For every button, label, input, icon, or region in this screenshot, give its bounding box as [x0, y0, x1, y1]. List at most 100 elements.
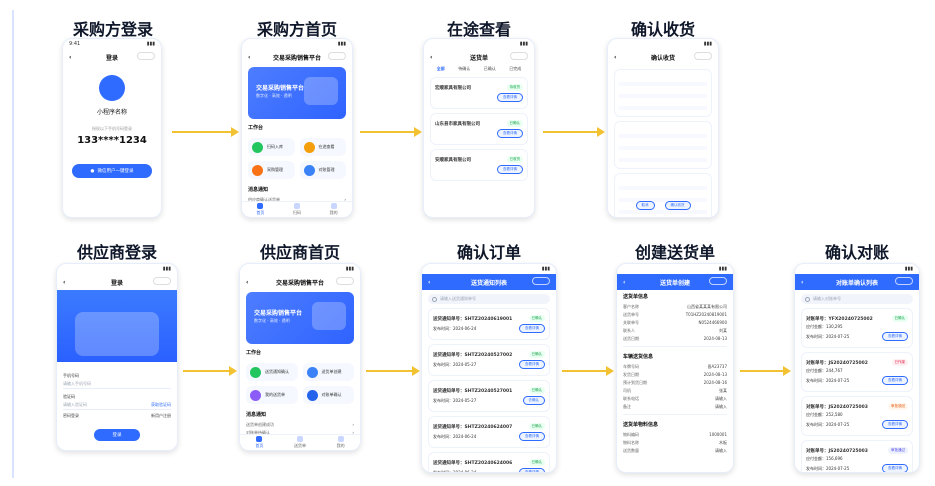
vehicle-info-row-2[interactable]: 发货日期 2024-08-13	[617, 371, 733, 379]
back-icon[interactable]: ‹	[430, 54, 432, 61]
vehicle-info-row-5[interactable]: 联系电话 请输入	[617, 395, 733, 403]
status-bar: ▮▮▮	[795, 264, 919, 274]
order-card-5-action-button[interactable]: 查看详情	[519, 468, 545, 472]
quick-action-4[interactable]: 对账单确认	[302, 386, 354, 404]
delivery-card-2[interactable]: 山东县市家具有限公司 已确认 查看详情	[430, 113, 528, 145]
delivery-card-3-details-button[interactable]: 查看详情	[497, 165, 523, 174]
capsule-menu[interactable]	[510, 52, 528, 60]
tab-2[interactable]: 送货单	[294, 436, 306, 449]
reconcile-card-3-details-button[interactable]: 查看详情	[882, 420, 908, 429]
receipt-block-2-row-6	[619, 158, 707, 162]
reconcile-card-4[interactable]: 对账单号：JS20240725003 审批通过 应付金额：156,696 发布时间：2…	[801, 440, 913, 472]
back-icon[interactable]: ‹	[614, 54, 616, 61]
notice-item-1[interactable]: 送货单创建成功 ›	[240, 421, 360, 429]
capsule-menu[interactable]	[694, 52, 712, 60]
receipt-block-2-row-5	[619, 152, 707, 156]
capsule-menu[interactable]	[709, 277, 727, 285]
capsule-menu[interactable]	[328, 52, 346, 60]
order-card-2[interactable]: 送货通知单号：SHTZ20240527002 已确认 发布时间：2024-05-27…	[428, 344, 550, 376]
tab-2-label: 扫码	[292, 210, 301, 215]
confirm-receipt-button[interactable]: 确认收货	[664, 201, 691, 210]
list-tab-4[interactable]: 已完成	[509, 66, 521, 72]
tab-3[interactable]: 我的	[337, 436, 345, 449]
vehicle-info-row-4[interactable]: 司机 张某	[617, 387, 733, 395]
step-title-r1-3: 在途查看	[446, 20, 512, 39]
order-card-3[interactable]: 送货通知单号：SHTZ20240527001 已确认 发布时间：2024-05-27…	[428, 380, 550, 412]
list-tab-2[interactable]: 待确认	[458, 66, 470, 72]
bottom-tabbar: 首页 扫码 我的	[242, 201, 352, 217]
reconcile-card-1-details-button[interactable]: 查看详情	[882, 332, 908, 341]
reconcile-card-2-header: 对账单号：JS20240725002 已作废	[806, 359, 908, 366]
list-tab-3[interactable]: 已确认	[484, 66, 496, 72]
quick-action-2[interactable]: 在途查看	[299, 138, 346, 156]
material-info-row-3[interactable]: 送货数量 请输入	[617, 447, 733, 455]
delivery-card-3[interactable]: 安顺家具有限公司 已收货 查看详情	[430, 149, 528, 181]
tab-1[interactable]: 首页	[255, 436, 263, 449]
register-link[interactable]: 新用户注册	[151, 413, 171, 419]
get-code-link[interactable]: 获取验证码	[151, 402, 171, 408]
delivery-card-2-details-button[interactable]: 查看详情	[497, 129, 523, 138]
order-card-4[interactable]: 送货通知单号：SHTZ20240624007 已确认 发布时间：2024-06-24…	[428, 416, 550, 448]
capsule-menu[interactable]	[137, 52, 155, 60]
tab-1[interactable]: 首页	[256, 203, 264, 216]
order-card-1[interactable]: 送货通知单号：SHTZ20240619001 已确认 发布时间：2024-06-24…	[428, 308, 550, 340]
material-info-row-1[interactable]: 物料编码 1000001	[617, 431, 733, 439]
list-tab-1[interactable]: 全部	[437, 66, 445, 72]
quick-action-3[interactable]: 我的送货单	[246, 386, 298, 404]
back-icon[interactable]: ‹	[623, 279, 625, 286]
tab-2[interactable]: 扫码	[293, 203, 301, 216]
vehicle-info-row-1[interactable]: 车牌号码 晋A23737	[617, 363, 733, 371]
tab-3[interactable]: 我的	[330, 203, 338, 216]
status-icons: ▮▮▮	[718, 266, 727, 272]
quick-action-2[interactable]: 送货单创建	[302, 363, 354, 381]
reconcile-card-4-header: 对账单号：JS20240725003 审批通过	[806, 447, 908, 454]
reconcile-card-2-details-button[interactable]: 查看详情	[882, 376, 908, 385]
back-icon[interactable]: ‹	[63, 279, 65, 286]
order-card-2-action-button[interactable]: 查看详情	[519, 360, 545, 369]
divider-2	[623, 414, 727, 415]
phone-input[interactable]: 请输入手机号码	[63, 379, 171, 389]
capsule-menu[interactable]	[336, 277, 354, 285]
wechat-login-button[interactable]: ● 微信用户一键登录	[72, 164, 152, 178]
capsule-menu[interactable]	[895, 277, 913, 285]
capsule-menu[interactable]	[153, 277, 171, 285]
step-title-r2-5: 确认对账	[824, 243, 890, 262]
vehicle-info-row-6[interactable]: 备注 请输入	[617, 403, 733, 411]
reconcile-card-1[interactable]: 对账单号：YFX20240725002 已确认 应付金额：130,295 发布时间：2…	[801, 308, 913, 348]
back-icon[interactable]: ‹	[246, 279, 248, 286]
reconcile-card-1-amount: 应付金额：130,295	[806, 324, 843, 329]
password-login-link[interactable]: 密码登录	[63, 413, 79, 419]
back-icon[interactable]: ‹	[69, 54, 71, 61]
login-button[interactable]: 登录	[94, 429, 140, 441]
code-input[interactable]: 请输入验证码 获取验证码	[63, 400, 171, 410]
quick-action-1[interactable]: 送货通知确认	[246, 363, 298, 381]
capsule-menu[interactable]	[532, 277, 550, 285]
quick-action-4[interactable]: 对账管理	[299, 161, 346, 179]
material-info-row-2-label: 物料名称	[623, 440, 639, 445]
vehicle-info-row-3[interactable]: 预计到货日期 2024-08-16	[617, 379, 733, 387]
nav-title: 送货单创建	[659, 279, 690, 287]
search-input[interactable]: 请输入对账单号	[801, 294, 913, 304]
delivery-card-1-details-button[interactable]: 查看详情	[497, 93, 523, 102]
status-icons: ▮▮▮	[337, 41, 346, 47]
quick-action-1[interactable]: 扫码入库	[248, 138, 295, 156]
quick-action-3[interactable]: 采购管理	[248, 161, 295, 179]
tab-1-icon	[256, 436, 263, 442]
cancel-button[interactable]: 取消	[635, 201, 655, 210]
reconcile-card-2[interactable]: 对账单号：JS20240725002 已作废 应付金额：244,767 发布时间：20…	[801, 352, 913, 392]
material-info-row-2[interactable]: 物料名称 木板	[617, 439, 733, 447]
phone-supplier-home: ▮▮▮ ‹ 交易采购销售平台 交易采购销售平台 数字化 · 高效 · 透明 工作台 送货通知…	[239, 263, 361, 451]
order-card-3-action-button[interactable]: 去确认	[522, 396, 545, 405]
reconcile-card-1-status: 已确认	[891, 315, 908, 322]
order-card-5[interactable]: 送货通知单号：SHTZ20240624006 已确认 发布时间：2024-06-24…	[428, 452, 550, 472]
order-card-1-action-button[interactable]: 查看详情	[519, 324, 545, 333]
back-icon[interactable]: ‹	[428, 279, 430, 286]
reconcile-card-4-details-button[interactable]: 查看详情	[882, 464, 908, 472]
delivery-card-1[interactable]: 宏顺家具有限公司 待收货 查看详情	[430, 77, 528, 109]
search-input[interactable]: 请输入送货通知单号	[428, 294, 550, 304]
reconcile-card-3[interactable]: 对账单号：JS20240725003 审批驳回 应付金额：252,580 发布时间：2…	[801, 396, 913, 436]
order-card-4-action-button[interactable]: 查看详情	[519, 432, 545, 441]
material-info-row-3-label: 送货数量	[623, 448, 639, 453]
back-icon[interactable]: ‹	[248, 54, 250, 61]
back-icon[interactable]: ‹	[801, 279, 803, 286]
